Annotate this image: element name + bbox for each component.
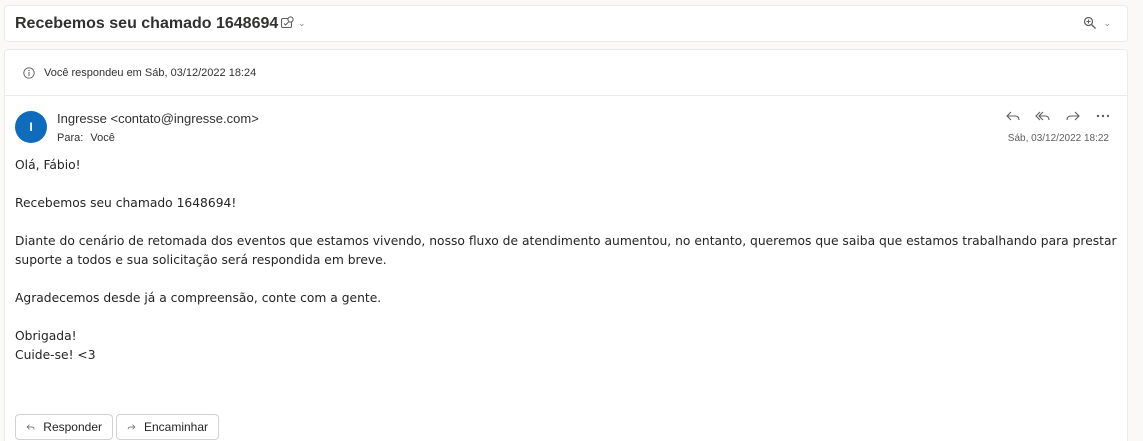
avatar[interactable]: I <box>15 111 47 143</box>
body-signoff: Cuide-se! <3 <box>15 348 96 362</box>
forward-button[interactable]: Encaminhar <box>116 414 219 440</box>
message-timestamp: Sáb, 03/12/2022 18:22 <box>1007 133 1109 144</box>
tag-button[interactable]: ⌄ <box>280 16 306 30</box>
subject-bar: Recebemos seu chamado 1648694 ⌄ ⌄ <box>4 5 1128 42</box>
reply-icon <box>1006 111 1020 121</box>
message-actions <box>1005 108 1111 124</box>
message-card: Você respondeu em Sáb, 03/12/2022 18:24 … <box>4 49 1128 441</box>
tag-icon <box>280 16 294 29</box>
reply-button-label: Responder <box>43 420 102 434</box>
reply-icon <box>26 424 35 430</box>
body-paragraph: Diante do cenário de retomada dos evento… <box>15 234 1117 267</box>
body-line: Recebemos seu chamado 1648694! <box>15 196 237 210</box>
reply-all-action-button[interactable] <box>1035 108 1051 124</box>
message-body: Olá, Fábio! Recebemos seu chamado 164869… <box>15 156 1123 365</box>
chevron-down-icon: ⌄ <box>298 17 306 28</box>
more-options-button[interactable] <box>1095 108 1111 124</box>
zoom-button[interactable]: ⌄ <box>1083 16 1111 30</box>
body-greeting: Olá, Fábio! <box>15 158 81 172</box>
info-icon <box>23 67 35 79</box>
zoom-icon <box>1084 16 1097 29</box>
to-label: Para: <box>57 132 84 144</box>
recipient-line: Para: Você <box>57 132 115 144</box>
recipient-name[interactable]: Você <box>90 132 114 144</box>
body-thanks: Agradecemos desde já a compreensão, cont… <box>15 291 382 305</box>
sender-name[interactable]: Ingresse <contato@ingresse.com> <box>57 111 259 126</box>
replied-notice: Você respondeu em Sáb, 03/12/2022 18:24 <box>5 50 1127 96</box>
forward-icon <box>127 424 136 430</box>
replied-text: Você respondeu em Sáb, 03/12/2022 18:24 <box>44 67 257 79</box>
subject-title: Recebemos seu chamado 1648694 <box>15 15 279 32</box>
forward-action-button[interactable] <box>1065 108 1081 124</box>
reply-action-button[interactable] <box>1005 108 1021 124</box>
reply-all-icon <box>1035 111 1050 121</box>
reply-button[interactable]: Responder <box>15 414 113 440</box>
forward-button-label: Encaminhar <box>143 420 208 434</box>
body-signoff: Obrigada! <box>15 329 77 343</box>
forward-icon <box>1066 111 1080 121</box>
chevron-down-icon: ⌄ <box>1103 17 1111 28</box>
more-icon <box>1096 114 1110 118</box>
